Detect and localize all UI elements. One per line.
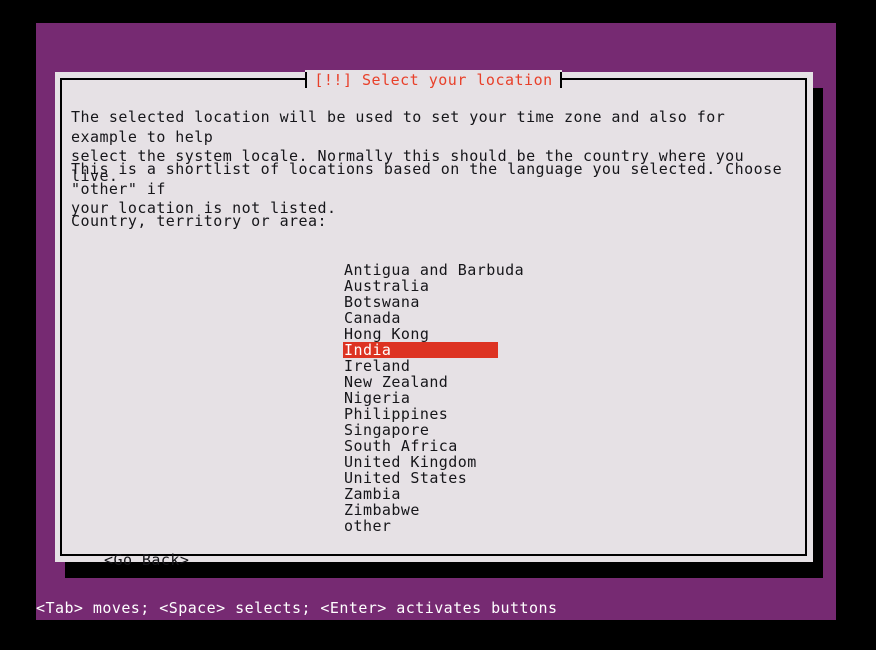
country-list-item[interactable]: United Kingdom [343, 454, 478, 470]
country-prompt-label: Country, territory or area: [71, 212, 327, 230]
dialog-title: [!!] Select your location [314, 71, 553, 89]
country-list-item[interactable]: Canada [343, 310, 402, 326]
country-list-item-selected[interactable]: India [343, 342, 498, 358]
country-list-item[interactable]: Singapore [343, 422, 430, 438]
go-back-button[interactable]: <Go Back> [104, 551, 189, 569]
status-bar: <Tab> moves; <Space> selects; <Enter> ac… [36, 598, 836, 620]
description-paragraph-2: This is a shortlist of locations based o… [71, 160, 783, 217]
country-list-item[interactable]: Ireland [343, 358, 411, 374]
country-list-item[interactable]: South Africa [343, 438, 459, 454]
country-list-item[interactable]: Antigua and Barbuda [343, 262, 525, 278]
country-list-item[interactable]: Botswana [343, 294, 421, 310]
country-list-item[interactable]: other [343, 518, 392, 534]
country-list[interactable]: Antigua and Barbuda Australia Botswana Cana… [343, 262, 643, 534]
select-location-dialog: [!!] Select your location The selected l… [55, 70, 813, 569]
keyboard-hint-text: <Tab> moves; <Space> selects; <Enter> ac… [36, 599, 558, 617]
country-list-item[interactable]: New Zealand [343, 374, 449, 390]
installer-screen: [!!] Select your location The selected l… [0, 0, 876, 650]
country-list-item[interactable]: United States [343, 470, 468, 486]
country-list-item[interactable]: Philippines [343, 406, 449, 422]
dialog-body: The selected location will be used to se… [71, 108, 796, 569]
country-list-item[interactable]: Australia [343, 278, 430, 294]
dialog-title-chrome: [!!] Select your location [305, 70, 562, 89]
dialog-titlebar: [!!] Select your location [62, 70, 805, 98]
country-list-item[interactable]: Zambia [343, 486, 402, 502]
dialog-frame: [!!] Select your location The selected l… [60, 70, 807, 569]
country-list-item[interactable]: Zimbabwe [343, 502, 421, 518]
country-list-item[interactable]: Hong Kong [343, 326, 430, 342]
country-list-item[interactable]: Nigeria [343, 390, 411, 406]
